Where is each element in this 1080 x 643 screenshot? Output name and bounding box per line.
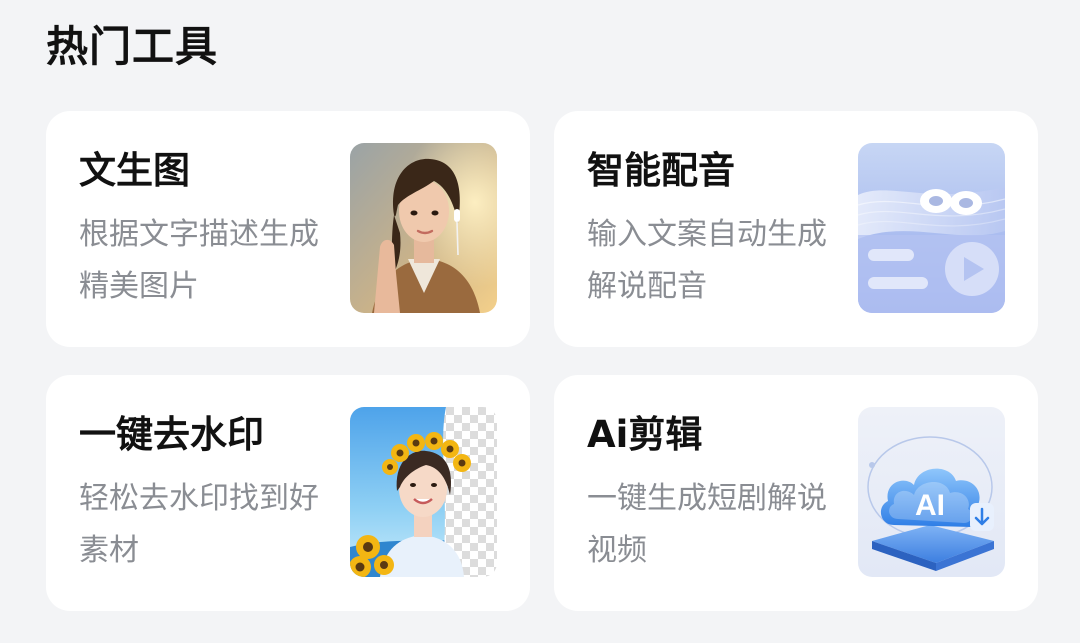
section-title: 热门工具 bbox=[46, 22, 219, 71]
tool-card-smart-dubbing[interactable]: 智能配音 输入文案自动生成解说配音 bbox=[554, 111, 1038, 347]
tool-card-title: 文生图 bbox=[79, 149, 190, 192]
svg-text:AI: AI bbox=[915, 489, 945, 522]
ai-cloud-icon: AI bbox=[858, 407, 1005, 577]
tool-card-ai-editing[interactable]: Ai剪辑 一键生成短剧解说视频 AI bbox=[554, 375, 1038, 611]
tool-card-description: 根据文字描述生成精美图片 bbox=[79, 217, 319, 304]
tool-card-description: 一键生成短剧解说视频 bbox=[587, 481, 827, 568]
tool-card-description: 输入文案自动生成解说配音 bbox=[587, 217, 827, 304]
portrait-photo-icon bbox=[350, 143, 497, 313]
tool-card-title: 智能配音 bbox=[587, 149, 735, 192]
tool-card-title: Ai剪辑 bbox=[587, 413, 703, 456]
watermark-removal-icon bbox=[350, 407, 497, 577]
tool-card-text-to-image[interactable]: 文生图 根据文字描述生成精美图片 bbox=[46, 111, 530, 347]
tool-card-description: 轻松去水印找到好素材 bbox=[79, 481, 319, 568]
tool-card-title: 一键去水印 bbox=[79, 413, 264, 456]
tools-grid: 文生图 根据文字描述生成精美图片 智能配音 输入文案自动生成解说配音 一键去水印… bbox=[46, 111, 1038, 611]
earbuds-audio-icon bbox=[858, 143, 1005, 313]
tool-card-watermark-removal[interactable]: 一键去水印 轻松去水印找到好素材 bbox=[46, 375, 530, 611]
